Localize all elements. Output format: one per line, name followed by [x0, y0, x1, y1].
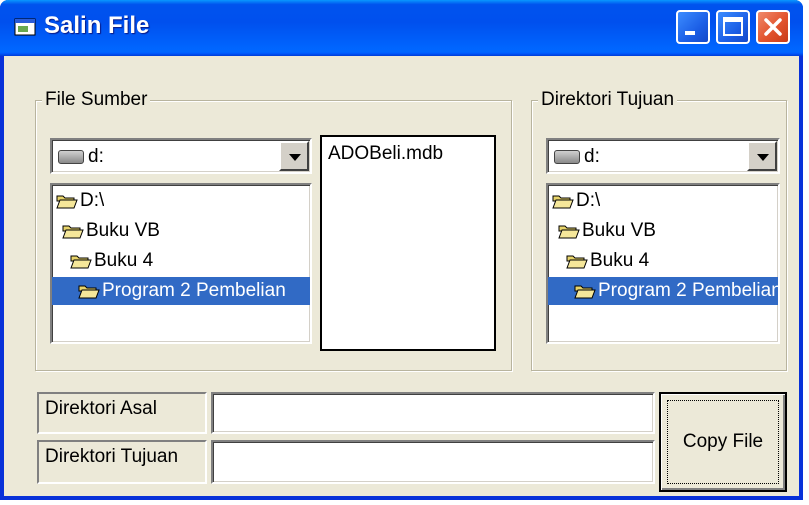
dest-drive-value: d:	[584, 146, 600, 167]
source-dir-tree[interactable]: D:\ Buku VB Buku 4 Program 2 Pembelian	[50, 183, 312, 344]
folder-open-icon	[558, 223, 580, 239]
maximize-icon	[723, 17, 743, 36]
source-group-label: File Sumber	[42, 88, 151, 112]
source-file-list[interactable]: ADOBeli.mdb	[320, 135, 496, 351]
dest-drive-display: d:	[554, 146, 600, 168]
maximize-button[interactable]	[716, 10, 750, 44]
tree-item[interactable]: D:\	[552, 187, 600, 215]
copy-file-button[interactable]: Copy File	[659, 392, 787, 492]
tree-item[interactable]: Buku 4	[566, 247, 649, 275]
source-drive-value: d:	[88, 146, 104, 167]
tree-item[interactable]: D:\	[56, 187, 104, 215]
minimize-button[interactable]	[676, 10, 710, 44]
source-drive-dropdown-button[interactable]	[279, 141, 309, 171]
origin-dir-field[interactable]	[211, 392, 655, 434]
folder-open-icon	[62, 223, 84, 239]
drive-icon	[554, 150, 580, 164]
source-group: File Sumber d: D:\ Buku VB Buku 4 Progra…	[35, 88, 512, 371]
tree-item-selected[interactable]: Program 2 Pembelian	[548, 277, 778, 305]
dest-drive-dropdown-button[interactable]	[747, 141, 777, 171]
folder-open-icon	[566, 253, 588, 269]
folder-open-icon	[78, 283, 100, 299]
close-button[interactable]	[756, 10, 790, 44]
drive-icon	[58, 150, 84, 164]
title-bar[interactable]: Salin File	[0, 0, 803, 56]
tree-item-label: D:\	[80, 190, 105, 211]
folder-open-icon	[56, 193, 78, 209]
window-title: Salin File	[44, 12, 150, 39]
tree-item-label: Program 2 Pembelian	[102, 280, 286, 301]
dest-dir-field[interactable]	[211, 440, 655, 484]
folder-open-icon	[552, 193, 574, 209]
dest-group: Direktori Tujuan d: D:\ Buku VB Buku 4 P…	[531, 88, 787, 371]
dest-dir-tree[interactable]: D:\ Buku VB Buku 4 Program 2 Pembelian	[546, 183, 780, 344]
source-drive-combo[interactable]: d:	[50, 138, 312, 174]
tree-item-label: Buku 4	[94, 250, 154, 271]
tree-item-label: Buku VB	[582, 220, 656, 241]
tree-item-selected[interactable]: Program 2 Pembelian	[52, 277, 310, 305]
tree-item-label: Buku VB	[86, 220, 160, 241]
source-drive-display: d:	[58, 146, 104, 168]
client-area: File Sumber d: D:\ Buku VB Buku 4 Progra…	[4, 56, 799, 500]
tree-item[interactable]: Buku 4	[70, 247, 153, 275]
minimize-icon	[685, 31, 695, 35]
salin-file-window: Salin File File Sumber d: D:\ Buku VB Bu…	[0, 0, 803, 500]
tree-item[interactable]: Buku VB	[558, 217, 656, 245]
dest-drive-combo[interactable]: d:	[546, 138, 780, 174]
file-list-item[interactable]: ADOBeli.mdb	[328, 143, 443, 165]
tree-item-label: D:\	[576, 190, 601, 211]
folder-open-icon	[574, 283, 596, 299]
dest-dir-label: Direktori Tujuan	[37, 440, 207, 484]
origin-dir-label: Direktori Asal	[37, 392, 207, 434]
dest-group-label: Direktori Tujuan	[538, 88, 678, 112]
folder-open-icon	[70, 253, 92, 269]
app-window-icon	[14, 18, 36, 36]
tree-item-label: Buku 4	[590, 250, 650, 271]
tree-item-label: Program 2 Pembelian	[598, 280, 778, 301]
tree-item[interactable]: Buku VB	[62, 217, 160, 245]
close-icon	[764, 18, 782, 36]
focus-rectangle	[667, 400, 779, 484]
